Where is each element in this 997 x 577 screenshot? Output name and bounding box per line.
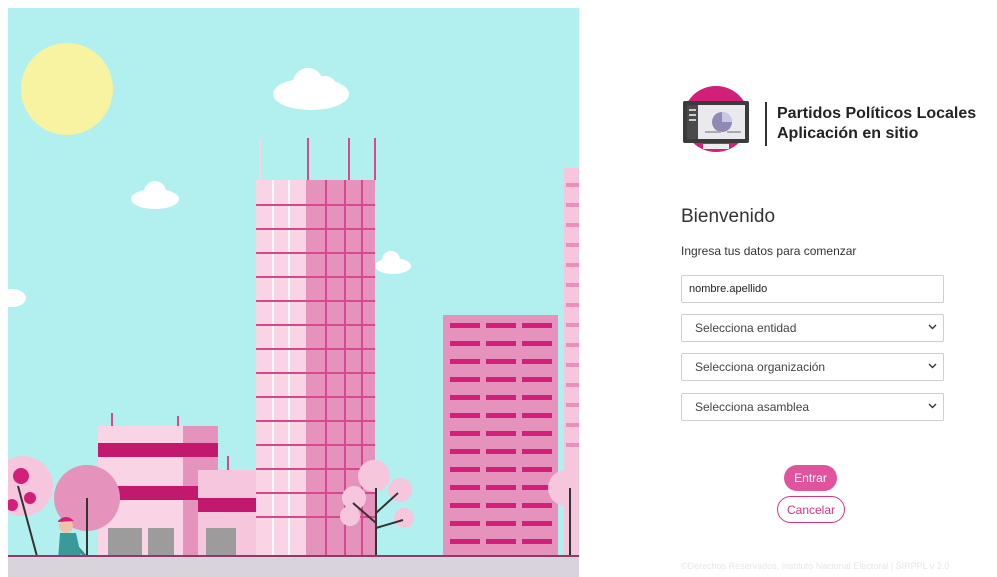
username-input[interactable]: [681, 275, 944, 303]
welcome-subtitle: Ingresa tus datos para comenzar: [681, 244, 857, 258]
organization-select[interactable]: Selecciona organización: [681, 353, 944, 381]
footer-copyright: ©Derechos Reservados, Instituto Nacional…: [681, 561, 950, 571]
app-title-line2: Aplicación en sitio: [777, 125, 919, 142]
chevron-down-icon: [928, 403, 937, 409]
chevron-down-icon: [928, 324, 937, 330]
submit-button[interactable]: Entrar: [784, 465, 837, 491]
city-illustration: [8, 8, 579, 577]
assembly-select[interactable]: Selecciona asamblea: [681, 393, 944, 421]
entity-select-label: Selecciona entidad: [695, 321, 797, 335]
chevron-down-icon: [928, 363, 937, 369]
monitor-pie-chart-logo: [683, 86, 749, 152]
app-brand: Partidos Políticos Locales Aplicación en…: [681, 86, 991, 156]
organization-select-label: Selecciona organización: [695, 360, 826, 374]
cancel-button[interactable]: Cancelar: [777, 496, 845, 523]
entity-select[interactable]: Selecciona entidad: [681, 314, 944, 342]
assembly-select-label: Selecciona asamblea: [695, 400, 810, 414]
app-title: Partidos Políticos Locales Aplicación en…: [777, 104, 976, 144]
app-title-line1: Partidos Políticos Locales: [777, 105, 977, 122]
sun: [21, 43, 113, 135]
login-panel: Partidos Políticos Locales Aplicación en…: [579, 0, 997, 577]
welcome-heading: Bienvenido: [681, 206, 776, 227]
brand-divider: [765, 102, 767, 146]
